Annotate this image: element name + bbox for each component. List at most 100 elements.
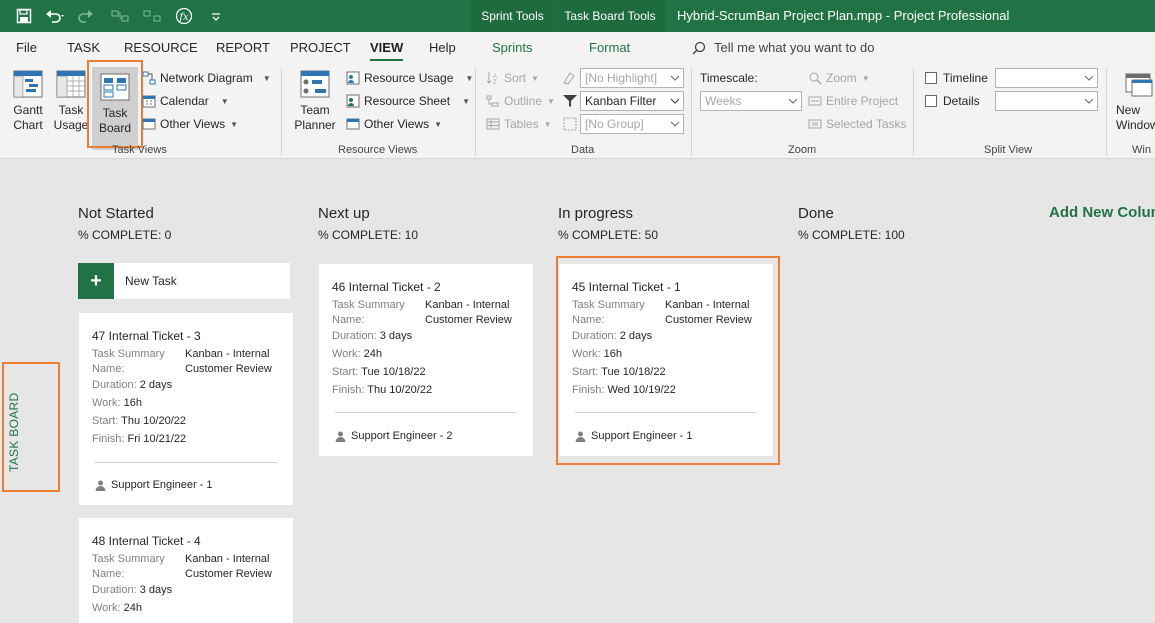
separator	[913, 68, 914, 156]
sort-icon: AZ	[486, 72, 497, 85]
card-finish-value: Fri 10/21/22	[127, 433, 187, 445]
card-work-value: 24h	[123, 602, 142, 614]
tell-me-search[interactable]: Tell me what you want to do	[692, 40, 874, 55]
tab-report[interactable]: REPORT	[216, 40, 270, 55]
new-window-button[interactable]: New Window	[1116, 68, 1155, 133]
selected-tasks-label: Selected Tasks	[826, 117, 907, 131]
highlight-select[interactable]: [No Highlight]	[580, 68, 684, 88]
add-new-column-link[interactable]: Add New Column	[1049, 204, 1155, 221]
tab-resource[interactable]: RESOURCE	[124, 40, 198, 55]
card-summary-value: Kanban - Internal Customer Review	[665, 299, 752, 326]
customize-qat-button[interactable]	[200, 0, 232, 32]
chevron-down-icon	[670, 98, 680, 104]
formula-icon: fx	[175, 7, 193, 25]
zoom-button[interactable]: Zoom ▼	[808, 68, 870, 88]
entire-project-button[interactable]: Entire Project	[808, 91, 898, 111]
details-select[interactable]	[995, 91, 1098, 111]
filter-value: Kanban Filter	[585, 94, 657, 108]
chevron-down-icon	[670, 75, 680, 81]
gantt-chart-button[interactable]: Gantt Chart	[8, 68, 48, 133]
gantt-chart-label: Gantt Chart	[13, 103, 43, 132]
undo-icon	[46, 10, 64, 23]
column-pct-next-up: % COMPLETE: 10	[318, 228, 419, 242]
team-planner-label: Team Planner	[294, 103, 336, 132]
outline-button[interactable]: Outline ▼	[486, 91, 555, 111]
card-start-value: Thu 10/20/22	[121, 415, 186, 427]
resource-usage-button[interactable]: Resource Usage ▼	[346, 68, 473, 88]
group-select[interactable]: [No Group]	[580, 114, 684, 134]
task-usage-icon	[56, 70, 86, 98]
timescale-value: Weeks	[705, 94, 742, 108]
resource-other-views-button[interactable]: Other Views ▼	[346, 114, 442, 134]
link-tasks-button[interactable]	[104, 0, 136, 32]
sort-label: Sort	[504, 71, 527, 85]
timescale-select[interactable]: Weeks	[700, 91, 802, 111]
task-card[interactable]: 46 Internal Ticket - 2 Task Summary Name…	[319, 264, 533, 456]
filter-select[interactable]: Kanban Filter	[580, 91, 684, 111]
timeline-select[interactable]	[995, 68, 1098, 88]
card-duration-label: Duration:	[92, 379, 137, 391]
tab-sprints[interactable]: Sprints	[492, 40, 532, 55]
link-icon	[111, 10, 129, 22]
context-sprint-tools: Sprint Tools	[471, 0, 554, 32]
redo-icon	[78, 10, 93, 23]
tab-task[interactable]: TASK	[67, 40, 100, 55]
task-board-side-tab[interactable]: TASK BOARD	[2, 362, 60, 492]
timeline-checkbox-box[interactable]	[925, 72, 937, 84]
card-finish-value: Wed 10/19/22	[607, 384, 676, 396]
ribbon-tab-row: File TASK RESOURCE REPORT PROJECT VIEW H…	[0, 32, 1155, 62]
tables-button[interactable]: Tables ▼	[486, 114, 552, 134]
timeline-checkbox[interactable]: Timeline	[925, 69, 988, 87]
calendar-button[interactable]: Calendar ▼	[142, 91, 229, 111]
context-task-board-tools: Task Board Tools	[555, 0, 665, 32]
group-value: [No Group]	[585, 117, 644, 131]
card-summary-label: Task Summary Name:	[92, 553, 165, 580]
separator	[1106, 68, 1107, 156]
tab-project[interactable]: PROJECT	[290, 40, 351, 55]
tab-view[interactable]: VIEW	[370, 40, 404, 61]
task-card[interactable]: 47 Internal Ticket - 3 Task Summary Name…	[79, 313, 293, 505]
outline-icon	[486, 95, 499, 107]
card-work-label: Work:	[572, 348, 601, 360]
tab-help[interactable]: Help	[429, 40, 456, 55]
resource-usage-icon	[346, 71, 360, 85]
card-finish-value: Thu 10/20/22	[367, 384, 433, 396]
details-checkbox[interactable]: Details	[925, 92, 980, 110]
task-other-views-button[interactable]: Other Views ▼	[142, 114, 238, 134]
task-card[interactable]: 45 Internal Ticket - 1 Task Summary Name…	[559, 264, 773, 456]
formula-button[interactable]: fx	[168, 0, 200, 32]
save-button[interactable]	[8, 0, 40, 32]
card-duration-label: Duration:	[92, 584, 137, 596]
task-card[interactable]: 48 Internal Ticket - 4 Task Summary Name…	[79, 518, 293, 623]
title-bar: fx Sprint Tools Task Board Tools Hybrid-…	[0, 0, 1155, 32]
card-duration-value: 2 days	[619, 330, 653, 342]
details-checkbox-box[interactable]	[925, 95, 937, 107]
app-window: fx Sprint Tools Task Board Tools Hybrid-…	[0, 0, 1155, 623]
person-icon	[95, 480, 106, 491]
undo-button[interactable]	[40, 0, 72, 32]
sort-button[interactable]: AZ Sort ▼	[486, 68, 539, 88]
tab-format[interactable]: Format	[589, 40, 630, 55]
group-icon	[563, 117, 577, 131]
redo-button[interactable]	[72, 0, 104, 32]
highlight-icon	[563, 72, 575, 85]
unlink-tasks-button[interactable]	[136, 0, 168, 32]
calendar-icon	[142, 95, 156, 108]
column-title-done[interactable]: Done	[798, 205, 834, 222]
new-task-button[interactable]: + New Task	[78, 263, 290, 299]
column-title-in-progress[interactable]: In progress	[558, 205, 633, 222]
column-title-next-up[interactable]: Next up	[318, 205, 370, 222]
entire-project-label: Entire Project	[826, 94, 899, 108]
network-diagram-button[interactable]: Network Diagram ▼	[142, 68, 271, 88]
tab-file[interactable]: File	[16, 40, 37, 55]
selected-tasks-button[interactable]: Selected Tasks	[808, 114, 907, 134]
plus-icon: +	[78, 263, 114, 299]
card-start-value: Tue 10/18/22	[361, 366, 426, 378]
column-title-not-started[interactable]: Not Started	[78, 205, 154, 222]
resource-sheet-button[interactable]: Resource Sheet ▼	[346, 91, 470, 111]
separator	[691, 68, 692, 156]
resource-sheet-icon	[346, 94, 360, 108]
team-planner-button[interactable]: Team Planner	[288, 68, 342, 133]
chevron-down-icon	[1084, 75, 1094, 81]
task-usage-button[interactable]: Task Usage	[52, 68, 90, 133]
